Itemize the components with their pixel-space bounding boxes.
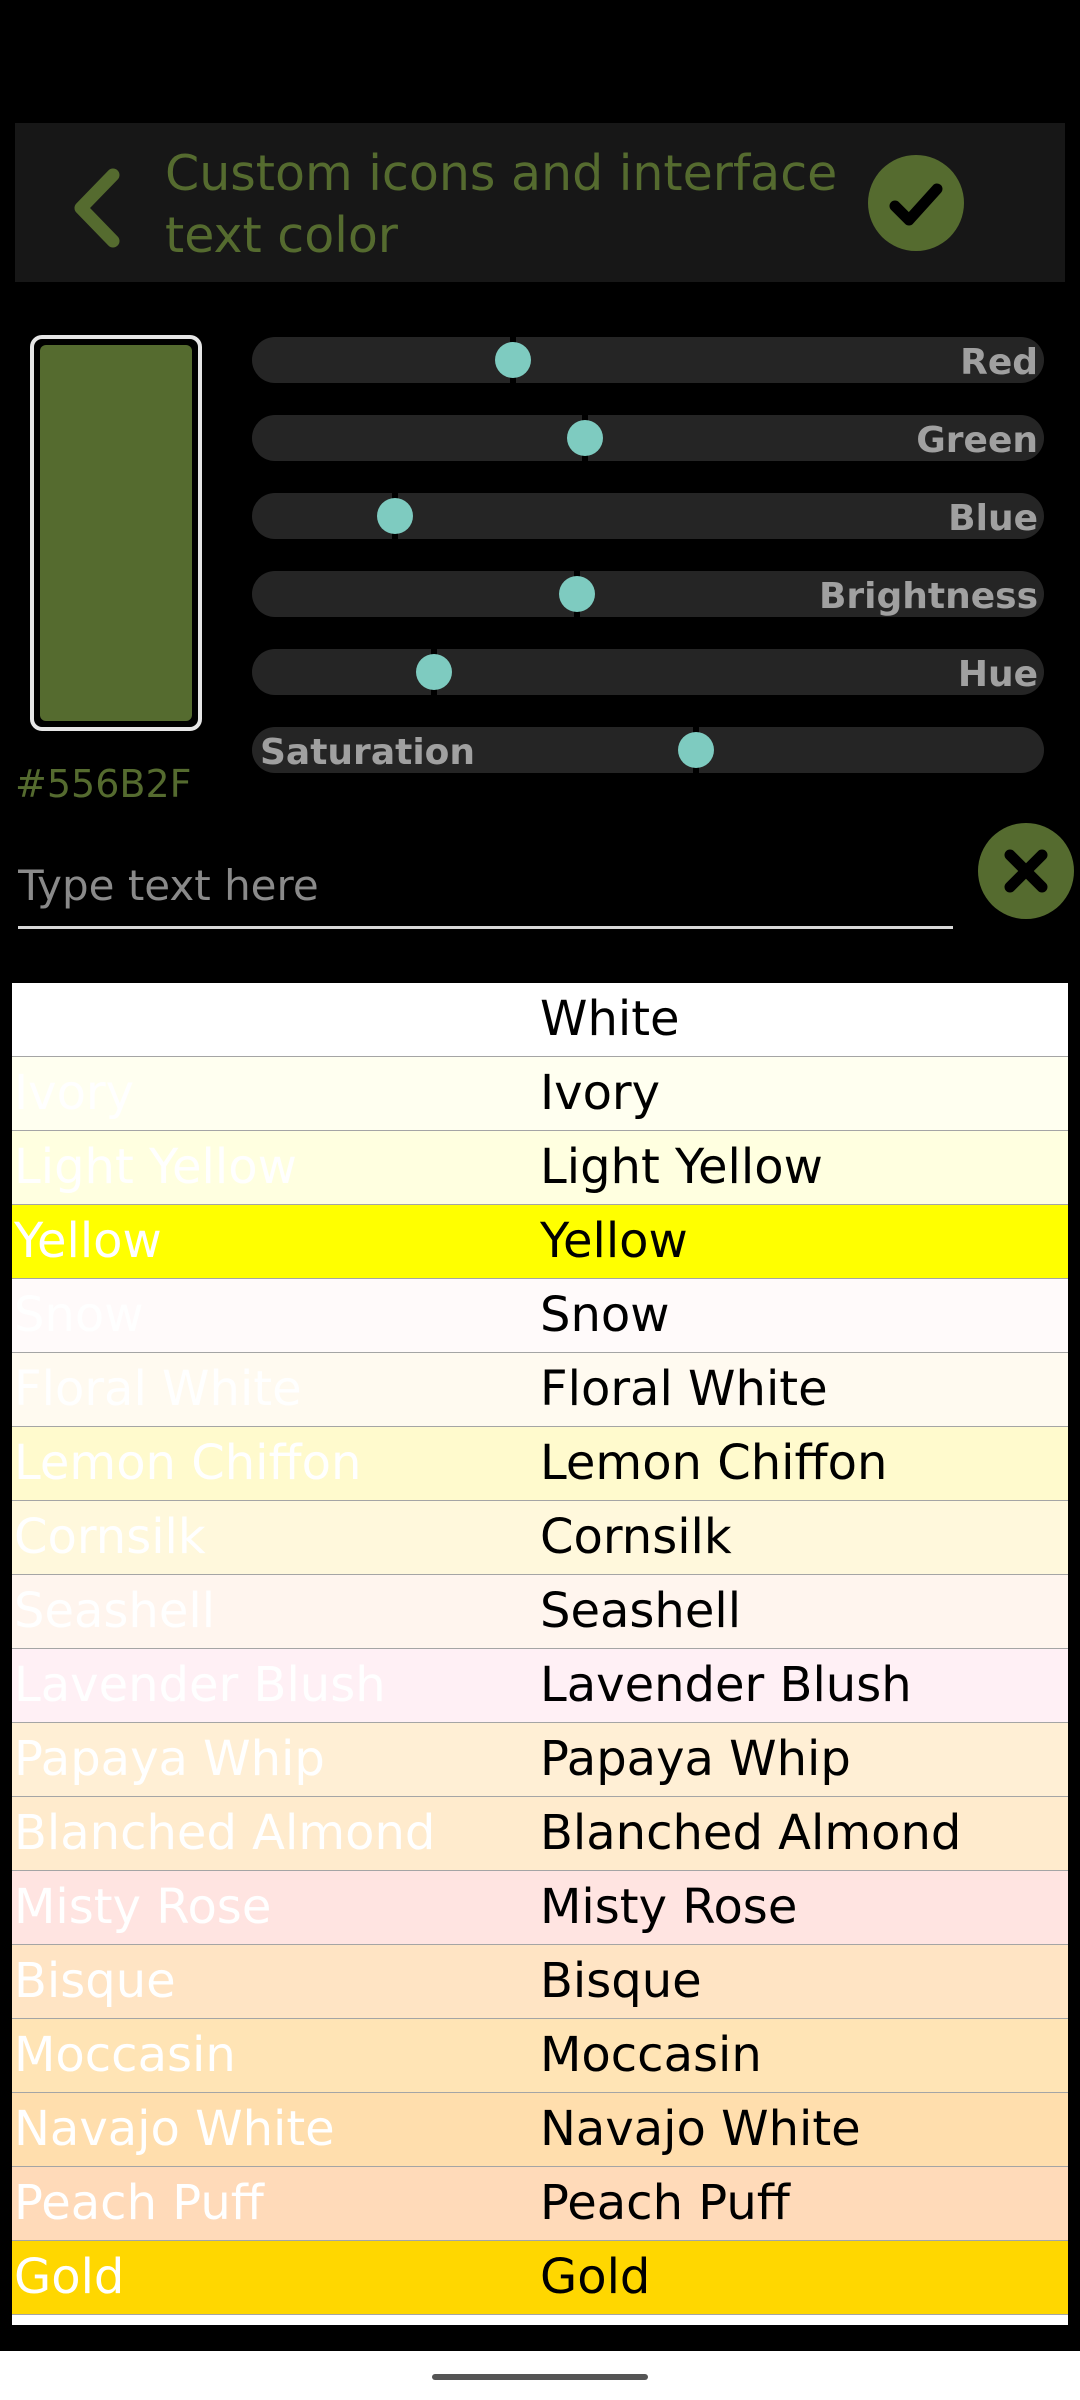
brightness-slider[interactable]: Brightness (252, 571, 1044, 617)
green-slider-label: Green (916, 420, 1038, 461)
red-slider-label: Red (960, 342, 1038, 383)
search-field (18, 850, 953, 929)
color-name: Ivory (540, 1065, 661, 1121)
color-list-row[interactable]: Light Yellow Light Yellow (12, 1131, 1068, 1205)
color-list-row[interactable]: Bisque Bisque (12, 1945, 1068, 2019)
hue-slider-thumb[interactable] (416, 654, 453, 690)
color-name: Papaya Whip (540, 1731, 851, 1787)
color-sample-text: Peach Puff (14, 2175, 264, 2231)
color-name: Bisque (540, 1953, 702, 2009)
color-sample-text: Yellow (14, 1213, 162, 1269)
toolbar: Custom icons and interface text color (15, 123, 1065, 282)
color-list-row[interactable]: Ivory Ivory (12, 1057, 1068, 1131)
color-list-row[interactable]: Blanched Almond Blanched Almond (12, 1797, 1068, 1871)
color-sample-text: Moccasin (14, 2027, 236, 2083)
saturation-slider-label: Saturation (260, 732, 476, 773)
color-name: Peach Puff (540, 2175, 790, 2231)
color-list-row[interactable]: Yellow Yellow (12, 1205, 1068, 1279)
color-sample-text: Bisque (14, 1953, 176, 2009)
color-sample-text: Blanched Almond (14, 1805, 436, 1861)
color-name: Snow (540, 1287, 670, 1343)
color-list-row[interactable]: Lavender Blush Lavender Blush (12, 1649, 1068, 1723)
confirm-button[interactable] (868, 155, 964, 251)
color-name: Cornsilk (540, 1509, 732, 1565)
color-sample-text: Papaya Whip (14, 1731, 325, 1787)
color-sample-text: Seashell (14, 1583, 216, 1639)
color-list-row[interactable]: Papaya Whip Papaya Whip (12, 1723, 1068, 1797)
red-slider[interactable]: Red (252, 337, 1044, 383)
hue-slider[interactable]: Hue (252, 649, 1044, 695)
color-list: White White Ivory Ivory Light Yellow Light Ye… (12, 983, 1068, 2325)
color-sample-text: Ivory (14, 1065, 135, 1121)
color-list-row[interactable]: Seashell Seashell (12, 1575, 1068, 1649)
home-gesture-handle[interactable] (432, 2374, 648, 2380)
page-title: Custom icons and interface text color (165, 145, 838, 264)
check-icon (889, 183, 943, 226)
color-list-row[interactable]: Navajo White Navajo White (12, 2093, 1068, 2167)
color-list-row[interactable]: Floral White Floral White (12, 1353, 1068, 1427)
color-list-row[interactable]: Cornsilk Cornsilk (12, 1501, 1068, 1575)
color-name: Lavender Blush (540, 1657, 912, 1713)
color-name: Navajo White (540, 2101, 861, 2157)
color-sample-text: Misty Rose (14, 1879, 272, 1935)
hue-slider-label: Hue (957, 654, 1038, 695)
color-sample-text: Floral White (14, 1361, 302, 1417)
color-name: Misty Rose (540, 1879, 798, 1935)
color-sample-text: Navajo White (14, 2101, 335, 2157)
red-slider-thumb[interactable] (495, 342, 532, 378)
color-name: White (540, 991, 680, 1047)
color-preview-fill (40, 345, 192, 721)
color-sample-text: Cornsilk (14, 1509, 206, 1565)
brightness-slider-label: Brightness (818, 576, 1038, 617)
color-sample-text: Gold (14, 2249, 125, 2305)
navigation-bar (0, 2351, 1080, 2400)
color-list-row[interactable]: Snow Snow (12, 1279, 1068, 1353)
color-list-row[interactable]: Moccasin Moccasin (12, 2019, 1068, 2093)
color-sample-text: White (14, 991, 154, 1047)
color-name: Moccasin (540, 2027, 762, 2083)
color-name: Yellow (540, 1213, 688, 1269)
search-input[interactable] (18, 850, 953, 920)
color-name: Lemon Chiffon (540, 1435, 888, 1491)
color-list-row[interactable]: White White (12, 983, 1068, 1057)
color-name: Blanched Almond (540, 1805, 962, 1861)
green-slider[interactable]: Green (252, 415, 1044, 461)
clear-button[interactable] (978, 823, 1074, 919)
color-sample-text: Light Yellow (14, 1139, 297, 1195)
color-name: Gold (540, 2249, 651, 2305)
close-icon (1004, 849, 1048, 893)
saturation-slider[interactable]: Saturation (252, 727, 1044, 773)
blue-slider[interactable]: Blue (252, 493, 1044, 539)
color-list-row[interactable]: Misty Rose Misty Rose (12, 1871, 1068, 1945)
color-name: Floral White (540, 1361, 828, 1417)
blue-slider-thumb[interactable] (376, 498, 413, 534)
color-name: Seashell (540, 1583, 742, 1639)
chevron-left-icon (74, 168, 120, 248)
saturation-slider-thumb[interactable] (677, 732, 714, 768)
brightness-slider-thumb[interactable] (558, 576, 595, 612)
blue-slider-label: Blue (948, 498, 1038, 539)
back-button[interactable] (55, 163, 145, 253)
color-sample-text: Lavender Blush (14, 1657, 386, 1713)
color-list-row[interactable]: Lemon Chiffon Lemon Chiffon (12, 1427, 1068, 1501)
green-slider-thumb[interactable] (566, 420, 603, 456)
hex-value: #556B2F (15, 762, 192, 806)
color-name: Light Yellow (540, 1139, 823, 1195)
color-sample-text: Lemon Chiffon (14, 1435, 362, 1491)
color-preview-swatch (30, 335, 202, 731)
color-sample-text: Snow (14, 1287, 144, 1343)
color-list-row[interactable]: Peach Puff Peach Puff (12, 2167, 1068, 2241)
color-list-row[interactable]: Gold Gold (12, 2241, 1068, 2315)
